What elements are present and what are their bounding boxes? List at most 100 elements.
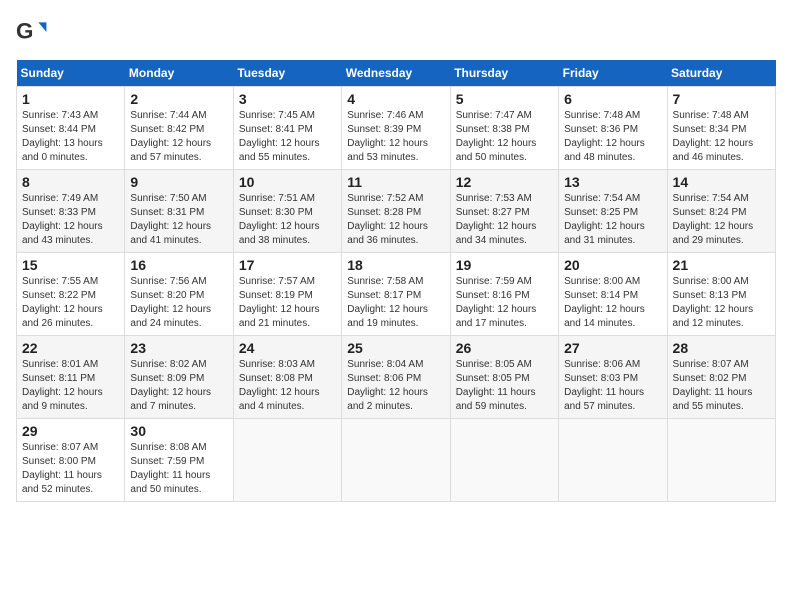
day-number: 9 bbox=[130, 174, 227, 190]
day-info: Sunrise: 7:50 AMSunset: 8:31 PMDaylight:… bbox=[130, 193, 211, 246]
calendar-week-row: 29 Sunrise: 8:07 AMSunset: 8:00 PMDaylig… bbox=[17, 419, 776, 502]
header-tuesday: Tuesday bbox=[233, 60, 341, 87]
day-info: Sunrise: 8:02 AMSunset: 8:09 PMDaylight:… bbox=[130, 359, 211, 412]
day-number: 8 bbox=[22, 174, 119, 190]
day-info: Sunrise: 8:04 AMSunset: 8:06 PMDaylight:… bbox=[347, 359, 428, 412]
day-number: 3 bbox=[239, 91, 336, 107]
day-info: Sunrise: 7:59 AMSunset: 8:16 PMDaylight:… bbox=[456, 276, 537, 329]
day-number: 25 bbox=[347, 340, 444, 356]
day-number: 30 bbox=[130, 423, 227, 439]
day-number: 29 bbox=[22, 423, 119, 439]
calendar-cell: 15 Sunrise: 7:55 AMSunset: 8:22 PMDaylig… bbox=[17, 253, 125, 336]
day-number: 2 bbox=[130, 91, 227, 107]
day-info: Sunrise: 7:52 AMSunset: 8:28 PMDaylight:… bbox=[347, 193, 428, 246]
day-number: 19 bbox=[456, 257, 553, 273]
header-sunday: Sunday bbox=[17, 60, 125, 87]
day-number: 1 bbox=[22, 91, 119, 107]
day-info: Sunrise: 7:44 AMSunset: 8:42 PMDaylight:… bbox=[130, 110, 211, 163]
calendar-cell: 23 Sunrise: 8:02 AMSunset: 8:09 PMDaylig… bbox=[125, 336, 233, 419]
calendar-cell: 22 Sunrise: 8:01 AMSunset: 8:11 PMDaylig… bbox=[17, 336, 125, 419]
calendar-cell: 25 Sunrise: 8:04 AMSunset: 8:06 PMDaylig… bbox=[342, 336, 450, 419]
calendar-cell: 13 Sunrise: 7:54 AMSunset: 8:25 PMDaylig… bbox=[559, 170, 667, 253]
calendar-cell bbox=[342, 419, 450, 502]
day-info: Sunrise: 7:47 AMSunset: 8:38 PMDaylight:… bbox=[456, 110, 537, 163]
header-monday: Monday bbox=[125, 60, 233, 87]
day-info: Sunrise: 7:53 AMSunset: 8:27 PMDaylight:… bbox=[456, 193, 537, 246]
calendar-cell: 20 Sunrise: 8:00 AMSunset: 8:14 PMDaylig… bbox=[559, 253, 667, 336]
calendar-week-row: 22 Sunrise: 8:01 AMSunset: 8:11 PMDaylig… bbox=[17, 336, 776, 419]
calendar-week-row: 1 Sunrise: 7:43 AMSunset: 8:44 PMDayligh… bbox=[17, 87, 776, 170]
calendar-cell bbox=[559, 419, 667, 502]
day-info: Sunrise: 8:07 AMSunset: 8:00 PMDaylight:… bbox=[22, 442, 102, 495]
day-info: Sunrise: 7:55 AMSunset: 8:22 PMDaylight:… bbox=[22, 276, 103, 329]
day-info: Sunrise: 8:01 AMSunset: 8:11 PMDaylight:… bbox=[22, 359, 103, 412]
day-info: Sunrise: 7:48 AMSunset: 8:34 PMDaylight:… bbox=[673, 110, 754, 163]
calendar-cell: 11 Sunrise: 7:52 AMSunset: 8:28 PMDaylig… bbox=[342, 170, 450, 253]
day-number: 16 bbox=[130, 257, 227, 273]
calendar-cell: 24 Sunrise: 8:03 AMSunset: 8:08 PMDaylig… bbox=[233, 336, 341, 419]
day-number: 28 bbox=[673, 340, 770, 356]
logo: G bbox=[16, 16, 52, 48]
calendar-cell: 14 Sunrise: 7:54 AMSunset: 8:24 PMDaylig… bbox=[667, 170, 775, 253]
calendar-cell: 2 Sunrise: 7:44 AMSunset: 8:42 PMDayligh… bbox=[125, 87, 233, 170]
day-number: 20 bbox=[564, 257, 661, 273]
day-number: 26 bbox=[456, 340, 553, 356]
calendar-cell: 16 Sunrise: 7:56 AMSunset: 8:20 PMDaylig… bbox=[125, 253, 233, 336]
day-info: Sunrise: 8:07 AMSunset: 8:02 PMDaylight:… bbox=[673, 359, 753, 412]
day-info: Sunrise: 7:43 AMSunset: 8:44 PMDaylight:… bbox=[22, 110, 103, 163]
day-number: 24 bbox=[239, 340, 336, 356]
day-info: Sunrise: 8:05 AMSunset: 8:05 PMDaylight:… bbox=[456, 359, 536, 412]
day-number: 17 bbox=[239, 257, 336, 273]
header-row: SundayMondayTuesdayWednesdayThursdayFrid… bbox=[17, 60, 776, 87]
day-info: Sunrise: 7:57 AMSunset: 8:19 PMDaylight:… bbox=[239, 276, 320, 329]
svg-text:G: G bbox=[16, 18, 33, 43]
calendar-cell: 12 Sunrise: 7:53 AMSunset: 8:27 PMDaylig… bbox=[450, 170, 558, 253]
header-thursday: Thursday bbox=[450, 60, 558, 87]
calendar-cell: 3 Sunrise: 7:45 AMSunset: 8:41 PMDayligh… bbox=[233, 87, 341, 170]
day-number: 10 bbox=[239, 174, 336, 190]
calendar-cell: 7 Sunrise: 7:48 AMSunset: 8:34 PMDayligh… bbox=[667, 87, 775, 170]
day-info: Sunrise: 8:00 AMSunset: 8:13 PMDaylight:… bbox=[673, 276, 754, 329]
day-info: Sunrise: 7:48 AMSunset: 8:36 PMDaylight:… bbox=[564, 110, 645, 163]
calendar-cell bbox=[667, 419, 775, 502]
calendar-cell: 18 Sunrise: 7:58 AMSunset: 8:17 PMDaylig… bbox=[342, 253, 450, 336]
day-number: 27 bbox=[564, 340, 661, 356]
day-number: 5 bbox=[456, 91, 553, 107]
day-number: 18 bbox=[347, 257, 444, 273]
calendar-cell: 19 Sunrise: 7:59 AMSunset: 8:16 PMDaylig… bbox=[450, 253, 558, 336]
day-number: 15 bbox=[22, 257, 119, 273]
day-info: Sunrise: 8:08 AMSunset: 7:59 PMDaylight:… bbox=[130, 442, 210, 495]
day-info: Sunrise: 7:54 AMSunset: 8:25 PMDaylight:… bbox=[564, 193, 645, 246]
calendar-cell: 17 Sunrise: 7:57 AMSunset: 8:19 PMDaylig… bbox=[233, 253, 341, 336]
calendar-cell: 8 Sunrise: 7:49 AMSunset: 8:33 PMDayligh… bbox=[17, 170, 125, 253]
calendar-week-row: 8 Sunrise: 7:49 AMSunset: 8:33 PMDayligh… bbox=[17, 170, 776, 253]
day-info: Sunrise: 7:56 AMSunset: 8:20 PMDaylight:… bbox=[130, 276, 211, 329]
day-number: 11 bbox=[347, 174, 444, 190]
page-header: G bbox=[16, 16, 776, 48]
calendar-cell: 27 Sunrise: 8:06 AMSunset: 8:03 PMDaylig… bbox=[559, 336, 667, 419]
calendar-cell: 10 Sunrise: 7:51 AMSunset: 8:30 PMDaylig… bbox=[233, 170, 341, 253]
day-number: 6 bbox=[564, 91, 661, 107]
calendar-cell: 29 Sunrise: 8:07 AMSunset: 8:00 PMDaylig… bbox=[17, 419, 125, 502]
calendar-cell: 5 Sunrise: 7:47 AMSunset: 8:38 PMDayligh… bbox=[450, 87, 558, 170]
day-number: 23 bbox=[130, 340, 227, 356]
calendar-cell: 9 Sunrise: 7:50 AMSunset: 8:31 PMDayligh… bbox=[125, 170, 233, 253]
day-number: 12 bbox=[456, 174, 553, 190]
day-info: Sunrise: 8:03 AMSunset: 8:08 PMDaylight:… bbox=[239, 359, 320, 412]
calendar-cell bbox=[450, 419, 558, 502]
calendar-table: SundayMondayTuesdayWednesdayThursdayFrid… bbox=[16, 60, 776, 502]
day-number: 4 bbox=[347, 91, 444, 107]
day-info: Sunrise: 7:51 AMSunset: 8:30 PMDaylight:… bbox=[239, 193, 320, 246]
day-info: Sunrise: 7:54 AMSunset: 8:24 PMDaylight:… bbox=[673, 193, 754, 246]
day-info: Sunrise: 8:00 AMSunset: 8:14 PMDaylight:… bbox=[564, 276, 645, 329]
calendar-cell: 26 Sunrise: 8:05 AMSunset: 8:05 PMDaylig… bbox=[450, 336, 558, 419]
day-info: Sunrise: 8:06 AMSunset: 8:03 PMDaylight:… bbox=[564, 359, 644, 412]
calendar-cell: 6 Sunrise: 7:48 AMSunset: 8:36 PMDayligh… bbox=[559, 87, 667, 170]
day-number: 22 bbox=[22, 340, 119, 356]
header-friday: Friday bbox=[559, 60, 667, 87]
day-info: Sunrise: 7:49 AMSunset: 8:33 PMDaylight:… bbox=[22, 193, 103, 246]
day-number: 13 bbox=[564, 174, 661, 190]
calendar-cell: 4 Sunrise: 7:46 AMSunset: 8:39 PMDayligh… bbox=[342, 87, 450, 170]
day-number: 7 bbox=[673, 91, 770, 107]
header-saturday: Saturday bbox=[667, 60, 775, 87]
